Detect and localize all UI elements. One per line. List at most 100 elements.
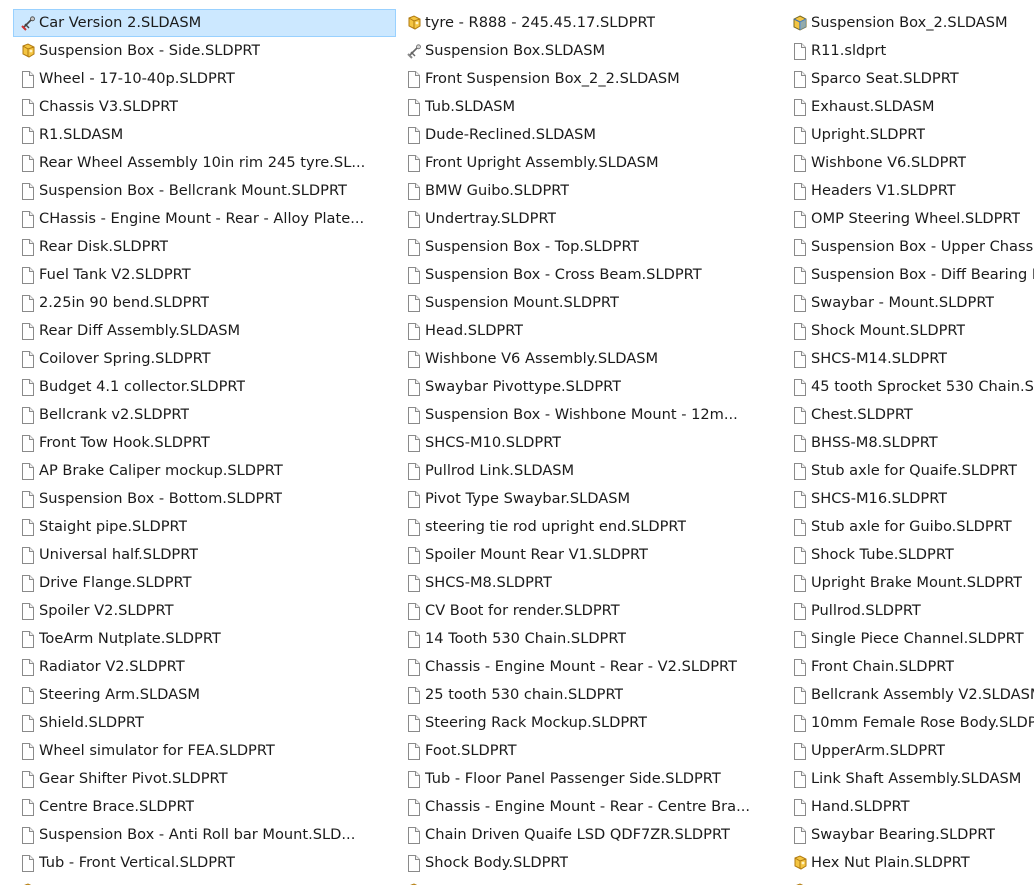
file-item[interactable]: Wishbone V6.SLDPRT xyxy=(785,149,1034,177)
file-item[interactable]: 45 tooth Sprocket 530 Chain.SL xyxy=(785,373,1034,401)
file-item[interactable]: Swaybar Pivottype.SLDPRT xyxy=(399,373,782,401)
file-item[interactable]: Shield.SLDPRT xyxy=(13,709,396,737)
file-item[interactable]: Suspension Box - Cross Beam.SLDPRT xyxy=(399,261,782,289)
file-item[interactable]: Suspension Box - Side.SLDPRT xyxy=(13,37,396,65)
file-item[interactable]: Coilover Spring.SLDPRT xyxy=(13,345,396,373)
file-item[interactable]: Upright.SLDPRT xyxy=(785,121,1034,149)
file-item[interactable]: Chassis - Engine Mount - Rear - V2.SLDPR… xyxy=(399,653,782,681)
file-item[interactable]: SHCS-M10.SLDPRT xyxy=(399,429,782,457)
file-item[interactable]: Stub axle for Guibo.SLDPRT xyxy=(785,513,1034,541)
file-item[interactable]: steering tie rod upright end.SLDPRT xyxy=(399,513,782,541)
file-item[interactable]: Car Version 2.SLDASM xyxy=(13,9,396,37)
file-item[interactable]: Front Upright Assembly.SLDASM xyxy=(399,149,782,177)
file-item[interactable]: Dude-Reclined.SLDASM xyxy=(399,121,782,149)
file-item[interactable]: Steering Arm.SLDASM xyxy=(13,681,396,709)
file-item[interactable]: Single Piece Channel.SLDPRT xyxy=(785,625,1034,653)
file-item[interactable]: Swaybar Bearing.SLDPRT xyxy=(785,821,1034,849)
file-item[interactable]: SHCS-M14.SLDPRT xyxy=(785,345,1034,373)
file-item[interactable]: Steering Rack Mockup.SLDPRT xyxy=(399,709,782,737)
file-item[interactable]: Swaybar - Mount.SLDPRT xyxy=(785,289,1034,317)
file-item[interactable]: Suspension Box - Diff Bearing M xyxy=(785,261,1034,289)
file-item[interactable]: Sparco Seat.SLDPRT xyxy=(785,65,1034,93)
file-item[interactable]: Undertray.SLDPRT xyxy=(399,205,782,233)
file-item[interactable]: Wheel - 17-10-40p.SLDPRT xyxy=(13,65,396,93)
file-name: Undertray.SLDPRT xyxy=(425,210,557,227)
file-name: Stub axle for Guibo.SLDPRT xyxy=(811,518,1012,535)
file-item[interactable]: Front Suspension Box_2_2.SLDASM xyxy=(399,65,782,93)
file-item[interactable]: Radiator V2.SLDPRT xyxy=(13,653,396,681)
file-item[interactable]: Rear Diff Assembly.SLDASM xyxy=(13,317,396,345)
file-item[interactable]: Spoiler V2.SLDPRT xyxy=(13,597,396,625)
file-item[interactable]: Suspension Box_2.SLDASM xyxy=(785,9,1034,37)
file-item[interactable]: Budget 4.1 collector.SLDPRT xyxy=(13,373,396,401)
file-item[interactable]: Shock Mount.SLDPRT xyxy=(785,317,1034,345)
file-item[interactable]: Chain Driven Quaife LSD QDF7ZR.SLDPRT xyxy=(399,821,782,849)
file-item[interactable]: Gear Shifter Pivot.SLDPRT xyxy=(13,765,396,793)
file-item[interactable]: Shock Body.SLDPRT xyxy=(399,849,782,877)
file-item[interactable]: Link Shaft Assembly.SLDASM xyxy=(785,765,1034,793)
file-item[interactable]: Chest.SLDPRT xyxy=(785,401,1034,429)
file-item[interactable]: Spoiler Mount Rear V1.SLDPRT xyxy=(399,541,782,569)
file-item[interactable]: R11.sldprt xyxy=(785,37,1034,65)
file-item[interactable]: Hand.SLDPRT xyxy=(785,793,1034,821)
file-item[interactable]: Tub - Front Vertical.SLDPRT xyxy=(13,849,396,877)
file-item[interactable]: Suspension Box.SLDASM xyxy=(399,37,782,65)
file-item[interactable]: Chassis V3.SLDPRT xyxy=(13,93,396,121)
file-item[interactable]: Suspension Box - Upper Chassis xyxy=(785,233,1034,261)
file-item[interactable]: Headers V1.SLDPRT xyxy=(785,177,1034,205)
file-item[interactable]: SHCS-M16.SLDPRT xyxy=(785,485,1034,513)
file-item[interactable]: Front Tow Hook.SLDPRT xyxy=(13,429,396,457)
file-item[interactable]: Wheel simulator for FEA.SLDPRT xyxy=(13,737,396,765)
file-item[interactable]: Bellcrank v2.SLDPRT xyxy=(13,401,396,429)
file-item[interactable]: Suspension Box - Wishbone Mount - 12m... xyxy=(399,401,782,429)
file-item[interactable]: tyre - R888 - 245.45.17.SLDPRT xyxy=(399,9,782,37)
file-item[interactable]: Exhaust.SLDASM xyxy=(785,93,1034,121)
file-item[interactable]: Upright Brake Mount.SLDPRT xyxy=(785,569,1034,597)
file-item[interactable]: Pivot Type Swaybar.SLDASM xyxy=(399,485,782,513)
file-item[interactable]: Suspension Box - Top.SLDPRT xyxy=(399,233,782,261)
file-item[interactable]: Hex Nut Plain.SLDPRT xyxy=(785,849,1034,877)
file-item[interactable]: Suspension Box - Bottom.SLDPRT xyxy=(13,485,396,513)
file-item[interactable]: 10mm Female Rose Body.SLDP xyxy=(785,709,1034,737)
file-item[interactable]: Staight pipe.SLDPRT xyxy=(13,513,396,541)
file-item[interactable]: Shock Tube.SLDPRT xyxy=(785,541,1034,569)
file-item[interactable]: Front Chain.SLDPRT xyxy=(785,653,1034,681)
file-item[interactable]: Universal half.SLDPRT xyxy=(13,541,396,569)
file-item[interactable]: 14 Tooth 530 Chain.SLDPRT xyxy=(399,625,782,653)
file-item[interactable]: SHCS-M8.SLDPRT xyxy=(399,569,782,597)
file-item[interactable]: CV Boot for render.SLDPRT xyxy=(399,597,782,625)
file-item[interactable]: Head.SLDPRT xyxy=(399,317,782,345)
file-item[interactable]: Tub.SLDASM xyxy=(399,93,782,121)
file-item[interactable]: Rear Disk.SLDPRT xyxy=(13,233,396,261)
file-item[interactable]: BMW Guibo.SLDPRT xyxy=(399,177,782,205)
file-item[interactable]: Foot.SLDPRT xyxy=(399,737,782,765)
file-item[interactable]: Suspension Mount.SLDPRT xyxy=(399,289,782,317)
file-item[interactable]: 2.25in 90 bend.SLDPRT xyxy=(13,289,396,317)
file-item[interactable]: R1.SLDASM xyxy=(13,121,396,149)
file-item[interactable] xyxy=(13,877,396,885)
file-item[interactable]: Tub - Floor Panel Passenger Side.SLDPRT xyxy=(399,765,782,793)
file-item[interactable]: Suspension Box - Bellcrank Mount.SLDPRT xyxy=(13,177,396,205)
file-item[interactable]: Chassis - Engine Mount - Rear - Centre B… xyxy=(399,793,782,821)
file-item[interactable]: Wishbone V6 Assembly.SLDASM xyxy=(399,345,782,373)
file-item[interactable]: Pullrod.SLDPRT xyxy=(785,597,1034,625)
document-icon xyxy=(20,99,36,116)
file-item[interactable] xyxy=(399,877,782,885)
file-item[interactable]: Rear Wheel Assembly 10in rim 245 tyre.SL… xyxy=(13,149,396,177)
file-item[interactable]: 25 tooth 530 chain.SLDPRT xyxy=(399,681,782,709)
file-item[interactable]: AP Brake Caliper mockup.SLDPRT xyxy=(13,457,396,485)
file-item[interactable]: CHassis - Engine Mount - Rear - Alloy Pl… xyxy=(13,205,396,233)
file-item[interactable] xyxy=(785,877,1034,885)
file-item[interactable]: ToeArm Nutplate.SLDPRT xyxy=(13,625,396,653)
file-item[interactable]: UpperArm.SLDPRT xyxy=(785,737,1034,765)
file-item[interactable]: Stub axle for Quaife.SLDPRT xyxy=(785,457,1034,485)
file-item[interactable]: Suspension Box - Anti Roll bar Mount.SLD… xyxy=(13,821,396,849)
file-item[interactable]: Bellcrank Assembly V2.SLDASM xyxy=(785,681,1034,709)
file-item[interactable]: Fuel Tank V2.SLDPRT xyxy=(13,261,396,289)
file-item[interactable]: BHSS-M8.SLDPRT xyxy=(785,429,1034,457)
file-item[interactable]: Centre Brace.SLDPRT xyxy=(13,793,396,821)
document-icon xyxy=(20,435,36,452)
file-item[interactable]: Drive Flange.SLDPRT xyxy=(13,569,396,597)
file-item[interactable]: OMP Steering Wheel.SLDPRT xyxy=(785,205,1034,233)
file-item[interactable]: Pullrod Link.SLDASM xyxy=(399,457,782,485)
